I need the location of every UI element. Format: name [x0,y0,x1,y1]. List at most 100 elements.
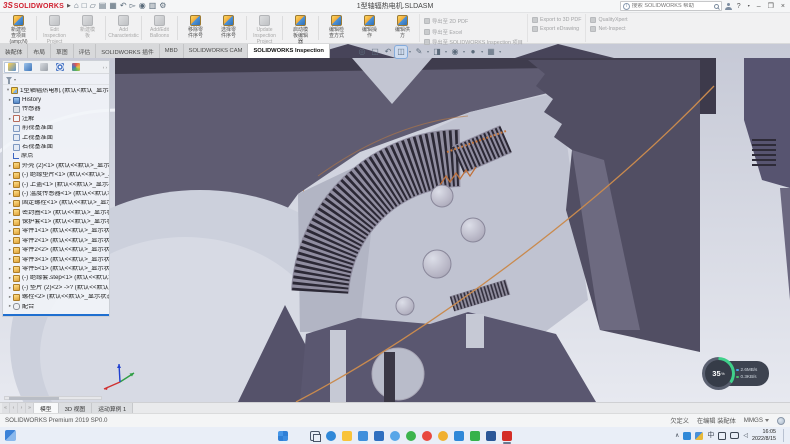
export-item[interactable]: 导出至 2D PDF [424,17,523,25]
tree-item[interactable]: ▸(-) 绝缘垫片<1> (默认<<默认>_显 [3,171,109,180]
export-item[interactable]: Net-Inspect [590,26,627,32]
panel-tab-arrows[interactable]: ‹ › [103,65,108,70]
menu-expand-icon[interactable]: ▶ [67,3,71,9]
scene-icon-caret[interactable]: ▾ [499,49,501,54]
command-tab-评估[interactable]: 评估 [74,44,97,58]
display-style-icon-caret[interactable]: ▾ [445,49,447,54]
rebuild-icon[interactable]: ◉ [139,2,146,10]
options-gear-icon[interactable]: ⚙ [159,2,166,10]
study-tab-运动算例-1[interactable]: 运动算例 1 [92,403,133,413]
tree-item[interactable]: ▸注解 [3,114,109,123]
tree-item[interactable]: ▸保护套<1> (默认<<默认>_显示状 [3,217,109,226]
tree-item[interactable]: 上视基准面 [3,133,109,142]
search-icon[interactable] [714,4,719,9]
edit-appearance-icon[interactable]: ● [467,46,479,58]
keyboard-tray-icon[interactable] [718,432,726,440]
app-colored-icon[interactable] [422,431,432,441]
ribbon-button-update-inspection-project[interactable]: UpdateInspectionProject [248,14,281,42]
home-icon[interactable]: ⌂ [74,2,79,10]
security-shield-icon[interactable] [695,432,703,440]
sketch-icon-caret[interactable]: ▾ [427,49,429,54]
propertymanager-tab[interactable] [20,62,35,73]
tree-item[interactable]: 原点 [3,152,109,161]
tree-item[interactable]: 传感器 [3,105,109,114]
ribbon-button-new-inspection-template[interactable]: 新建模板 [71,14,104,42]
study-nav-arrow-1[interactable]: ‹ [10,403,18,413]
command-tab-装配体[interactable]: 装配体 [0,44,28,58]
ribbon-button-add-characteristic[interactable]: AddCharacteristic [107,14,140,42]
tree-root-item[interactable]: ▾1型轴辐热电机 (默认<默认_显示状态-1>) [3,86,109,95]
command-tab-solidworks-cam[interactable]: SOLIDWORKS CAM [184,44,249,58]
section-view-icon[interactable]: ◫ [395,46,407,58]
command-tab-solidworks-插件[interactable]: SOLIDWORKS 插件 [96,44,160,58]
ribbon-button-add-edit-balloons[interactable]: Add/EditBalloons [143,14,176,42]
ribbon-button-remove-balloons[interactable]: 移除零件序号 [179,14,212,42]
chrome-icon[interactable] [438,431,448,441]
print-icon[interactable]: ▦ [109,2,117,10]
edge-icon[interactable] [326,431,336,441]
ribbon-button-select-balloons[interactable]: 选择零件序号 [212,14,245,42]
ribbon-button-edit-operations[interactable]: 编辑操作 [353,14,386,42]
export-item[interactable]: QualityXpert [590,17,627,23]
study-nav-arrow-2[interactable]: › [18,403,26,413]
start-button[interactable] [278,431,288,441]
study-tab-3d-视图[interactable]: 3D 视图 [59,403,93,413]
onedrive-tray-icon[interactable] [683,432,691,440]
scene-icon[interactable]: ▦ [485,46,497,58]
wps-icon[interactable] [470,431,480,441]
open-folder-icon[interactable]: ▱ [90,2,96,10]
featuremanager-tab[interactable] [4,62,19,73]
help-caret-icon[interactable]: ▾ [746,4,752,8]
pc-manager-icon[interactable] [454,431,464,441]
tree-item[interactable]: 前视基准面 [3,124,109,133]
task-view-button[interactable] [310,431,320,441]
displaymanager-tab[interactable] [68,62,83,73]
tree-item[interactable]: ▸(-) 绝缘套.step<1> (默认<<默认> [3,274,109,283]
ribbon-button-edit-suppliers[interactable]: 编辑供方 [386,14,419,42]
tree-item[interactable]: ▸零件1<1> (默认<<默认>_显示状态 [3,227,109,236]
study-tab-模型[interactable]: 模型 [34,403,59,413]
app-green-icon[interactable] [406,431,416,441]
hide-show-items-icon[interactable]: ◉ [449,46,461,58]
search-button[interactable] [294,431,304,441]
search-input[interactable] [632,3,712,9]
export-item[interactable]: 导出至 Excel [424,28,523,36]
tree-item[interactable]: ▸密封圈<1> (默认<<默认>_显示状 [3,208,109,217]
usage-ring-icon[interactable]: 35% [702,357,735,390]
help-search-box[interactable]: i [620,1,722,11]
study-nav-arrow-3[interactable]: » [26,403,34,413]
tree-item[interactable]: ▸零件2<2> (默认<<默认>_显示状态 [3,246,109,255]
export-item[interactable]: Export eDrawing [532,26,582,32]
file-explorer-icon[interactable] [342,431,352,441]
new-document-icon[interactable]: □ [82,2,87,10]
ribbon-button-edit-inspection-project[interactable]: EditInspectionProject [38,14,71,42]
section-view-icon-caret[interactable]: ▾ [409,49,411,54]
tree-filter-bar[interactable]: ▾ [3,74,109,85]
export-item[interactable]: 导出至 SOLIDWORKS Inspection 项目 [424,38,523,46]
select-arrow-icon[interactable]: ▻ [130,2,136,10]
ribbon-button-new-inspection-project[interactable]: 新建检查项目(amp;N) [2,14,35,42]
command-tab-mbd[interactable]: MBD [160,44,184,58]
display-settings-icon[interactable]: ▥ [149,2,157,10]
scrollbar-thumb[interactable] [9,397,59,400]
command-tab-solidworks-inspection[interactable]: SOLIDWORKS Inspection [248,44,330,58]
tray-chevron-icon[interactable]: ∧ [675,433,679,439]
ribbon-button-launch-template-editor[interactable]: 启动模板编辑器 [284,14,317,42]
help-button[interactable]: ? [735,3,743,10]
restore-button[interactable]: ❐ [766,3,776,10]
volume-icon[interactable]: ◁ [743,433,748,439]
tree-item[interactable]: 右视基准面 [3,142,109,151]
tree-item[interactable]: ▸零件5<1> (默认<<默认>_显示状态 [3,264,109,273]
zoom-area-icon[interactable]: ◱ [369,46,381,58]
tree-item[interactable]: ▸(-) 温度传感器<1> (默认<<默认> [3,189,109,198]
save-icon[interactable]: ▤ [99,2,107,10]
net-speed-widget[interactable]: 2.6MB/s 0.3KB/s 35% [702,357,772,390]
onedrive-icon[interactable] [390,431,400,441]
graphics-viewport[interactable] [0,44,790,402]
command-tab-布局[interactable]: 布局 [28,44,51,58]
tree-item[interactable]: ▸零件3<1> (默认<<默认>_显示状态 [3,255,109,264]
show-desktop-button[interactable] [783,429,785,442]
hide-show-items-icon-caret[interactable]: ▾ [463,49,465,54]
minimize-button[interactable]: – [755,3,763,10]
study-nav-arrow-0[interactable]: « [2,403,10,413]
